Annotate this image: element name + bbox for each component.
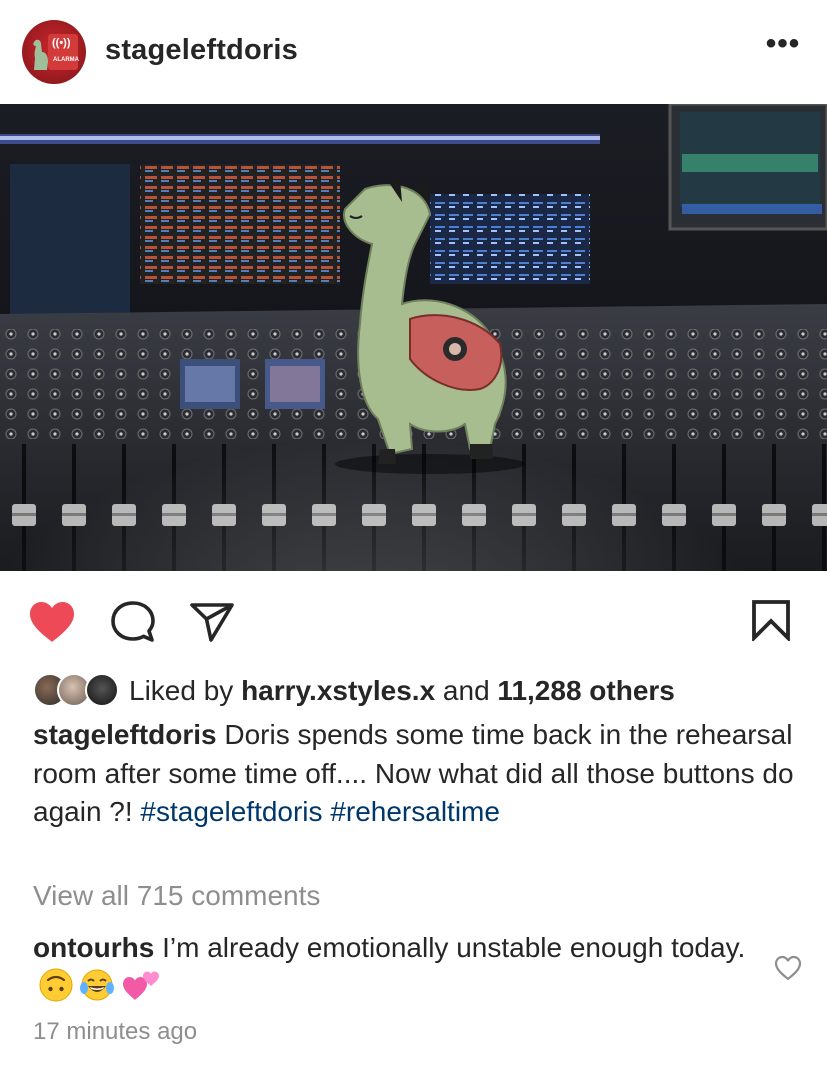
- like-button[interactable]: [28, 600, 76, 644]
- post-header: ((•)) ALARMA stageleftdoris •••: [0, 0, 827, 104]
- hashtag-link[interactable]: #stageleftdoris: [140, 796, 322, 827]
- liker-avatar: [85, 673, 119, 707]
- likes-text: Liked by harry.xstyles.x and 11,288 othe…: [129, 675, 675, 707]
- heart-filled-icon: [30, 602, 74, 642]
- send-icon: [190, 603, 234, 642]
- upside-down-face-icon: [39, 968, 73, 1001]
- alarm-icon: ((•)): [52, 37, 71, 49]
- post-image: [0, 104, 827, 571]
- avatar[interactable]: ((•)) ALARMA: [22, 20, 86, 84]
- action-bar: [0, 571, 827, 671]
- likes-middle: and: [435, 675, 498, 706]
- caption-username[interactable]: stageleftdoris: [33, 719, 217, 750]
- liker-avatars: [33, 672, 123, 708]
- likes-count[interactable]: 11,288 others: [497, 675, 674, 706]
- comment-button[interactable]: [111, 600, 155, 644]
- comment-username[interactable]: ontourhs: [33, 932, 154, 963]
- more-options-icon[interactable]: •••: [764, 29, 802, 63]
- post-timestamp: 17 minutes ago: [33, 1018, 198, 1045]
- heart-outline-icon: [774, 955, 802, 981]
- hashtag-link[interactable]: #rehersaltime: [330, 796, 500, 827]
- post-caption: stageleftdoris Doris spends some time ba…: [33, 716, 803, 832]
- comment-like-button[interactable]: [774, 955, 802, 981]
- avatar-badge: ALARMA: [53, 57, 79, 63]
- liked-by-user[interactable]: harry.xstyles.x: [241, 675, 435, 706]
- two-hearts-icon: [123, 971, 159, 1000]
- view-all-comments-link[interactable]: View all 715 comments: [33, 880, 320, 912]
- post-username[interactable]: stageleftdoris: [105, 34, 298, 67]
- comment-item: ontourhs I’m already emotionally unstabl…: [33, 929, 753, 1006]
- comment-text: I’m already emotionally unstable enough …: [154, 932, 746, 963]
- post-photo[interactable]: [0, 104, 827, 571]
- bookmark-icon: [752, 600, 790, 641]
- likes-summary[interactable]: Liked by harry.xstyles.x and 11,288 othe…: [33, 672, 823, 710]
- tears-of-joy-icon: [80, 969, 114, 1000]
- save-button[interactable]: [751, 599, 791, 641]
- llama-avatar-icon: [33, 39, 48, 70]
- likes-prefix: Liked by: [129, 675, 242, 706]
- comment-icon: [111, 601, 155, 642]
- share-button[interactable]: [189, 601, 235, 643]
